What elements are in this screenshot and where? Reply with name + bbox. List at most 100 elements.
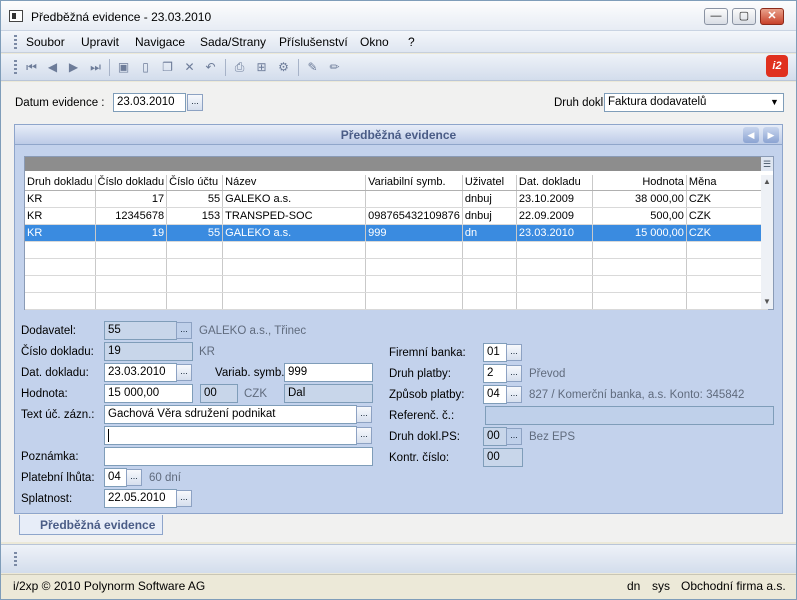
zpusob-platby-label: Způsob platby:: [389, 389, 465, 401]
text-uc-zazn-label: Text úč. zázn.:: [21, 409, 95, 421]
firemni-banka-lookup-button[interactable]: ...: [506, 344, 522, 361]
grid-vertical-scrollbar[interactable]: ▲ ▼: [761, 175, 773, 309]
firemni-banka-field[interactable]: 01: [483, 343, 507, 362]
table-row[interactable]: KR 17 55 GALEKO a.s. dnbuj 23.10.2009 38…: [25, 190, 768, 208]
toolbar-separator: [109, 59, 110, 76]
cell-nazev: TRANSPED-SOC: [222, 207, 367, 225]
hodnota-side-field[interactable]: Dal: [284, 384, 373, 403]
druh-dokl-ps-text: Bez EPS: [529, 431, 576, 443]
cislo-dokladu-field[interactable]: 19: [104, 342, 193, 361]
menu-prislusenstvi[interactable]: Příslušenství: [279, 35, 348, 49]
save-icon[interactable]: ▣: [116, 60, 131, 75]
panel-next-icon[interactable]: ▶: [763, 127, 779, 143]
menu-grip-handle[interactable]: [14, 35, 17, 49]
text-uc-zazn-field-2[interactable]: [104, 426, 357, 445]
column-header[interactable]: Číslo dokladu: [95, 175, 168, 191]
cell-nazev: GALEKO a.s.: [222, 224, 367, 242]
new-document-icon[interactable]: ▯: [138, 60, 153, 75]
column-header[interactable]: Druh dokladu: [25, 175, 96, 191]
datum-evidence-picker-button[interactable]: ...: [187, 94, 203, 111]
edit-pencil-icon[interactable]: ✏: [327, 60, 342, 75]
druh-platby-field[interactable]: 2: [483, 364, 507, 383]
druh-dokl-ps-lookup-button[interactable]: ...: [506, 428, 522, 445]
kontr-cislo-field[interactable]: 00: [483, 448, 523, 467]
kontr-cislo-label: Kontr. číslo:: [389, 452, 450, 464]
druh-dokl-ps-field[interactable]: 00: [483, 427, 507, 446]
datum-evidence-field[interactable]: 23.03.2010: [113, 93, 186, 112]
menu-sada-strany[interactable]: Sada/Strany: [200, 35, 266, 49]
delete-icon[interactable]: ✕: [182, 60, 197, 75]
dodavatel-lookup-button[interactable]: ...: [176, 322, 192, 339]
column-header[interactable]: Číslo účtu: [166, 175, 224, 191]
table-row[interactable]: KR 12345678 153 TRANSPED-SOC 09876543210…: [25, 207, 768, 225]
table-row-empty[interactable]: [25, 258, 768, 276]
poznamka-field[interactable]: [104, 447, 373, 466]
dodavatel-name: GALEKO a.s., Třinec: [199, 325, 307, 337]
scroll-up-icon[interactable]: ▲: [763, 177, 771, 186]
table-row-empty[interactable]: [25, 241, 768, 259]
cell-cislo: 17: [95, 190, 168, 208]
dodavatel-field[interactable]: 55: [104, 321, 177, 340]
tab-predbezna-evidence[interactable]: Předběžná evidence: [19, 515, 163, 535]
cell-vs: [365, 190, 463, 208]
column-header[interactable]: Variabilní symb.: [365, 175, 463, 191]
druh-platby-lookup-button[interactable]: ...: [506, 365, 522, 382]
menu-soubor[interactable]: Soubor: [26, 35, 65, 49]
zpusob-platby-field[interactable]: 04: [483, 385, 507, 404]
hodnota-code-field[interactable]: 00: [200, 384, 238, 403]
previous-record-icon[interactable]: ◀: [45, 60, 60, 75]
referenc-field[interactable]: [485, 406, 774, 425]
last-record-icon[interactable]: ⏭: [88, 60, 103, 75]
copy-icon[interactable]: ❐: [160, 60, 175, 75]
dat-dokladu-picker-button[interactable]: ...: [176, 364, 192, 381]
platebni-lhuta-field[interactable]: 04: [104, 468, 127, 487]
text-uc-zazn-field[interactable]: Gachová Věra sdružení podnikat: [104, 405, 357, 424]
druh-dokl-select[interactable]: Faktura dodavatelů ▼: [604, 93, 784, 112]
cell-datum: 23.03.2010: [516, 224, 593, 242]
maximize-button[interactable]: ▢: [732, 8, 756, 25]
druh-platby-label: Druh platby:: [389, 368, 452, 380]
panel-previous-icon[interactable]: ◀: [743, 127, 759, 143]
dat-dokladu-field[interactable]: 23.03.2010: [104, 363, 177, 382]
scroll-down-icon[interactable]: ▼: [763, 297, 771, 306]
hodnota-field[interactable]: 15 000,00: [104, 384, 193, 403]
first-record-icon[interactable]: ⏮: [24, 60, 39, 75]
close-button[interactable]: ✕: [760, 8, 784, 25]
druh-dokl-label: Druh dokl.: [554, 97, 607, 109]
chevron-down-icon[interactable]: ▼: [767, 95, 782, 110]
menu-okno[interactable]: Okno: [360, 35, 389, 49]
text-uc-zazn-lookup-button-2[interactable]: ...: [356, 427, 372, 444]
menu-help[interactable]: ?: [408, 35, 415, 49]
grid-columns-icon[interactable]: ☰: [761, 157, 773, 171]
cell-vs: 098765432109876: [365, 207, 463, 225]
table-row-empty[interactable]: [25, 292, 768, 310]
toolbar-grip-handle[interactable]: [14, 60, 17, 74]
tree-icon[interactable]: ⊞: [254, 60, 269, 75]
next-record-icon[interactable]: ▶: [66, 60, 81, 75]
table-row-selected[interactable]: KR 19 55 GALEKO a.s. 999 dn 23.03.2010 1…: [25, 224, 768, 242]
platebni-lhuta-lookup-button[interactable]: ...: [126, 469, 142, 486]
table-row-empty[interactable]: [25, 275, 768, 293]
column-header[interactable]: Hodnota: [592, 175, 687, 191]
platebni-lhuta-label: Platební lhůta:: [21, 472, 95, 484]
settings-icon[interactable]: ⚙: [276, 60, 291, 75]
variab-symb-field[interactable]: 999: [284, 363, 373, 382]
splatnost-field[interactable]: 22.05.2010: [104, 489, 177, 508]
menu-navigace[interactable]: Navigace: [135, 35, 185, 49]
edit-pen-icon[interactable]: ✎: [305, 60, 320, 75]
undo-icon[interactable]: ↶: [203, 60, 218, 75]
minimize-button[interactable]: —: [704, 8, 728, 25]
column-header[interactable]: Dat. dokladu: [516, 175, 593, 191]
app-window: Předběžná evidence - 23.03.2010 — ▢ ✕ So…: [0, 0, 797, 600]
column-header[interactable]: Název: [222, 175, 367, 191]
hodnota-label: Hodnota:: [21, 388, 68, 400]
text-uc-zazn-lookup-button[interactable]: ...: [356, 406, 372, 423]
print-icon[interactable]: ⎙: [232, 60, 247, 75]
zpusob-platby-lookup-button[interactable]: ...: [506, 386, 522, 403]
documents-table: Druh dokladu Číslo dokladu Číslo účtu Ná…: [25, 175, 768, 310]
bottom-toolbar-grip-handle[interactable]: [14, 552, 17, 566]
column-header[interactable]: Měna: [686, 175, 768, 191]
splatnost-picker-button[interactable]: ...: [176, 490, 192, 507]
column-header[interactable]: Uživatel: [462, 175, 517, 191]
menu-upravit[interactable]: Upravit: [81, 35, 119, 49]
